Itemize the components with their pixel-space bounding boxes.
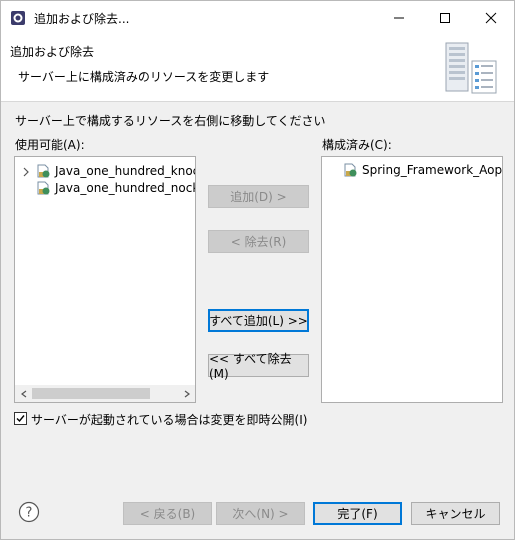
instruction-text: サーバー上で構成するリソースを右側に移動してください: [15, 114, 326, 128]
svg-text:?: ?: [26, 506, 33, 521]
minimize-button[interactable]: [376, 1, 422, 35]
horizontal-scrollbar[interactable]: [15, 385, 195, 402]
available-list[interactable]: Java_one_hundred_knock_ Java_one_hundred…: [14, 156, 196, 403]
expand-chevron-icon[interactable]: [21, 167, 31, 177]
scroll-left-button[interactable]: [15, 385, 32, 402]
back-button[interactable]: < 戻る(B): [123, 502, 212, 525]
window-title: 追加および除去...: [34, 12, 130, 26]
help-icon[interactable]: ?: [18, 501, 40, 523]
eclipse-app-icon: [11, 11, 25, 25]
web-project-icon: [37, 181, 50, 195]
list-item-label: Java_one_hundred_nock_v: [55, 181, 195, 195]
remove-button[interactable]: < 除去(R): [208, 230, 309, 253]
list-item-label: Java_one_hundred_knock_: [55, 164, 195, 178]
configured-label: 構成済み(C):: [322, 138, 392, 152]
wizard-header: 追加および除去 サーバー上に構成済みのリソースを変更します: [1, 35, 514, 102]
list-item[interactable]: Spring_Framework_Aop: [342, 161, 502, 179]
web-project-icon: [344, 163, 357, 177]
finish-button[interactable]: 完了(F): [313, 502, 402, 525]
publish-immediately-label[interactable]: サーバーが起動されている場合は変更を即時公開(I): [31, 411, 307, 428]
header-title: 追加および除去: [10, 45, 95, 59]
publish-immediately-checkbox[interactable]: [14, 412, 27, 425]
add-remove-dialog: 追加および除去... 追加および除去 サーバー上に構成済みのリソースを変更します: [0, 0, 515, 540]
close-icon: [485, 12, 497, 24]
remove-all-button[interactable]: << すべて除去(M): [208, 352, 309, 381]
checkmark-icon: [16, 415, 25, 423]
minimize-icon: [394, 17, 404, 19]
cancel-button[interactable]: キャンセル: [411, 502, 500, 525]
chevron-left-icon: [20, 390, 26, 397]
close-button[interactable]: [468, 1, 514, 35]
list-item-label: Spring_Framework_Aop: [362, 163, 503, 177]
maximize-icon: [440, 13, 450, 23]
maximize-button[interactable]: [422, 1, 468, 35]
add-all-button[interactable]: すべて追加(L) >>: [208, 309, 309, 332]
add-button[interactable]: 追加(D) >: [208, 185, 309, 208]
web-project-icon: [37, 164, 50, 178]
list-item[interactable]: Java_one_hundred_knock_: [35, 162, 195, 180]
list-item[interactable]: Java_one_hundred_nock_v: [35, 179, 195, 197]
scrollbar-thumb[interactable]: [32, 388, 150, 399]
scroll-right-button[interactable]: [178, 385, 195, 402]
next-button[interactable]: 次へ(N) >: [216, 502, 305, 525]
available-label: 使用可能(A):: [15, 138, 85, 152]
server-graphic-icon: [445, 42, 497, 94]
chevron-right-icon: [184, 390, 190, 397]
header-description: サーバー上に構成済みのリソースを変更します: [18, 70, 270, 84]
title-bar: 追加および除去...: [1, 1, 514, 35]
configured-list[interactable]: Spring_Framework_Aop: [321, 156, 503, 403]
